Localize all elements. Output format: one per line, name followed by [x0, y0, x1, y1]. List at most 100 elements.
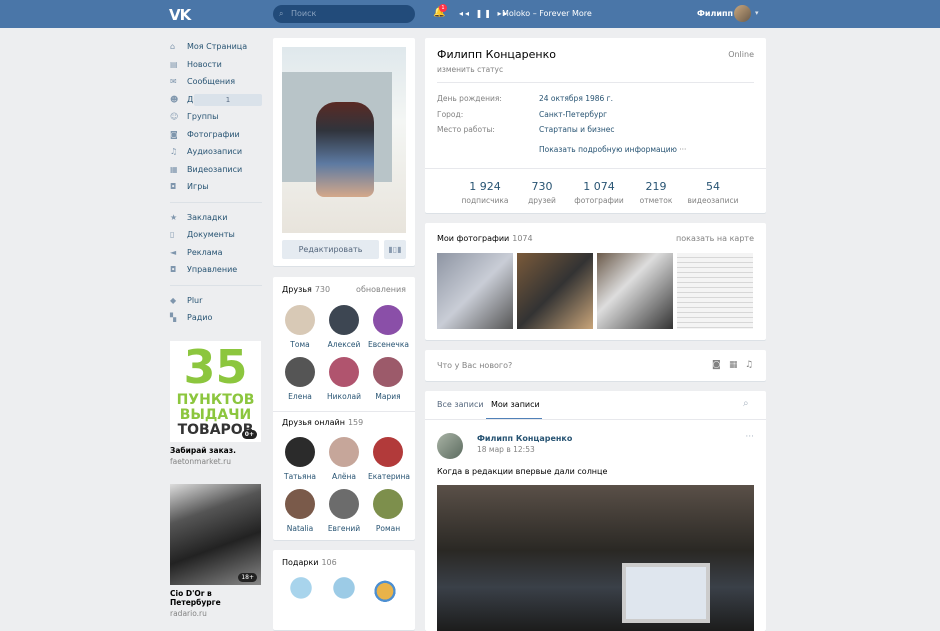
- sidebar-item[interactable]: ◘ Игры: [170, 178, 262, 196]
- sidebar-item[interactable]: ◙ Фотографии: [170, 126, 262, 144]
- user-avatar[interactable]: [734, 5, 751, 22]
- ad-title[interactable]: Забирай заказ.: [170, 446, 261, 455]
- city-value[interactable]: Санкт-Петербург: [539, 110, 607, 119]
- friend-name[interactable]: Татьяна: [280, 472, 320, 481]
- friend-name[interactable]: Евсенечка: [368, 340, 409, 349]
- friend-name[interactable]: Мария: [368, 392, 408, 401]
- ad-block-1[interactable]: 35 ПУНКТОВ ВЫДАЧИ ТОВАРОВ 0+ Забирай зак…: [170, 341, 261, 466]
- friend-name[interactable]: Екатерина: [368, 472, 410, 481]
- friend-name[interactable]: Евгений: [324, 524, 364, 533]
- post-author-avatar[interactable]: [437, 433, 463, 459]
- music-icon[interactable]: ♫: [745, 360, 753, 370]
- sidebar-item[interactable]: ▦ Видеозаписи: [170, 161, 262, 179]
- edit-profile-button[interactable]: Редактировать: [282, 240, 379, 259]
- photo-thumbnail[interactable]: [437, 253, 513, 329]
- friend-item[interactable]: Мария: [368, 357, 408, 401]
- gift-flower-icon[interactable]: [371, 576, 399, 610]
- sidebar-item[interactable]: ◘ Управление: [170, 261, 262, 279]
- more-dots-icon[interactable]: ···: [745, 432, 754, 442]
- new-post-input[interactable]: Что у Вас нового?: [437, 361, 512, 370]
- sidebar-item[interactable]: ◆ Plur: [170, 292, 262, 310]
- friend-item[interactable]: Роман: [368, 489, 408, 533]
- friend-avatar[interactable]: [285, 357, 315, 387]
- photo-thumbnail[interactable]: [597, 253, 673, 329]
- photo-thumbnail[interactable]: [517, 253, 593, 329]
- post-author-name[interactable]: Филипп Концаренко: [477, 434, 572, 443]
- post-date[interactable]: 18 мар в 12:53: [477, 445, 535, 454]
- sidebar-item[interactable]: ✉ Сообщения: [170, 73, 262, 91]
- friends-updates-link[interactable]: обновления: [356, 285, 406, 294]
- profile-counter[interactable]: 54 видеозаписи: [679, 180, 747, 205]
- birthday-value[interactable]: 24 октября 1986 г.: [539, 94, 613, 103]
- friend-item[interactable]: Екатерина: [368, 437, 410, 481]
- friend-avatar[interactable]: [373, 357, 403, 387]
- show-on-map-link[interactable]: показать на карте: [676, 234, 754, 243]
- friend-item[interactable]: Елена: [280, 357, 320, 401]
- friend-avatar[interactable]: [285, 305, 315, 335]
- sidebar-item[interactable]: ⌂ Моя Страница: [170, 38, 262, 56]
- friend-name[interactable]: Елена: [280, 392, 320, 401]
- friend-item[interactable]: Татьяна: [280, 437, 320, 481]
- search-input[interactable]: ⌕ Поиск: [273, 5, 415, 23]
- friend-item[interactable]: Евсенечка: [368, 305, 409, 349]
- sidebar-item[interactable]: ☻Друзья1: [170, 91, 262, 109]
- photos-title[interactable]: Мои фотографии 1074: [437, 234, 533, 243]
- camera-icon[interactable]: ◙: [712, 360, 721, 370]
- friend-avatar[interactable]: [373, 489, 403, 519]
- friend-name[interactable]: Алексей: [324, 340, 364, 349]
- friend-avatar[interactable]: [329, 357, 359, 387]
- vk-logo[interactable]: VK: [169, 6, 191, 24]
- show-more-link[interactable]: Показать подробную информацию ···: [539, 145, 686, 154]
- sidebar-item[interactable]: ▤ Новости: [170, 56, 262, 74]
- chevron-down-icon[interactable]: ▾: [755, 9, 759, 17]
- friend-name[interactable]: Николай: [324, 392, 364, 401]
- new-post-card[interactable]: Что у Вас нового? ◙ ▦ ♫: [425, 350, 766, 381]
- video-icon[interactable]: ▦: [729, 360, 738, 370]
- friend-avatar[interactable]: [373, 305, 403, 335]
- friend-item[interactable]: Евгений: [324, 489, 364, 533]
- ad-image-1[interactable]: 35 ПУНКТОВ ВЫДАЧИ ТОВАРОВ 0+: [170, 341, 261, 442]
- friend-item[interactable]: Николай: [324, 357, 364, 401]
- friend-item[interactable]: Тома: [280, 305, 320, 349]
- ad-site[interactable]: faetonmarket.ru: [170, 457, 261, 466]
- post-image[interactable]: [437, 485, 754, 631]
- friend-avatar[interactable]: [285, 437, 315, 467]
- tab-my-posts[interactable]: Мои записи: [491, 400, 540, 409]
- friend-name[interactable]: Тома: [280, 340, 320, 349]
- profile-photo[interactable]: [282, 47, 406, 233]
- player-track[interactable]: Moloko – Forever More: [502, 9, 592, 18]
- search-icon[interactable]: ⌕: [743, 398, 749, 409]
- sidebar-item[interactable]: ▯ Документы: [170, 226, 262, 244]
- sidebar-item[interactable]: ▚ Радио: [170, 309, 262, 327]
- sidebar-item[interactable]: ◄ Реклама: [170, 244, 262, 262]
- friend-item[interactable]: Алёна: [324, 437, 364, 481]
- sidebar-item[interactable]: ★ Закладки: [170, 209, 262, 227]
- friend-avatar[interactable]: [329, 305, 359, 335]
- friend-name[interactable]: Алёна: [324, 472, 364, 481]
- ad-title[interactable]: Cio D'Or в Петербурге: [170, 589, 261, 607]
- sidebar-item[interactable]: ♫ Аудиозаписи: [170, 143, 262, 161]
- friend-avatar[interactable]: [329, 437, 359, 467]
- photo-thumbnail[interactable]: [677, 253, 753, 329]
- sidebar-item[interactable]: ☺ Группы: [170, 108, 262, 126]
- friend-avatar[interactable]: [285, 489, 315, 519]
- ad-site[interactable]: radario.ru: [170, 609, 261, 618]
- friend-avatar[interactable]: [329, 489, 359, 519]
- gift-bulb-icon[interactable]: [330, 576, 358, 610]
- ad-image-2[interactable]: 18+: [170, 484, 261, 585]
- friend-name[interactable]: Роман: [368, 524, 408, 533]
- friend-item[interactable]: Алексей: [324, 305, 364, 349]
- gift-bulb-icon[interactable]: [287, 576, 315, 610]
- stats-icon[interactable]: ▮▯▮: [384, 240, 406, 259]
- ad-block-2[interactable]: 18+ Cio D'Or в Петербурге radario.ru: [170, 484, 261, 618]
- friend-item[interactable]: Natalia: [280, 489, 320, 533]
- friend-avatar[interactable]: [373, 437, 403, 467]
- gifts-title[interactable]: Подарки 106: [282, 558, 337, 567]
- friend-name[interactable]: Natalia: [280, 524, 320, 533]
- friends-title[interactable]: Друзья 730: [282, 285, 330, 294]
- status-link[interactable]: изменить статус: [437, 65, 503, 74]
- tab-all-posts[interactable]: Все записи: [437, 400, 484, 409]
- work-value[interactable]: Стартапы и бизнес: [539, 125, 615, 134]
- friends-online-title[interactable]: Друзья онлайн 159: [282, 418, 363, 427]
- user-name[interactable]: Филипп: [697, 9, 733, 18]
